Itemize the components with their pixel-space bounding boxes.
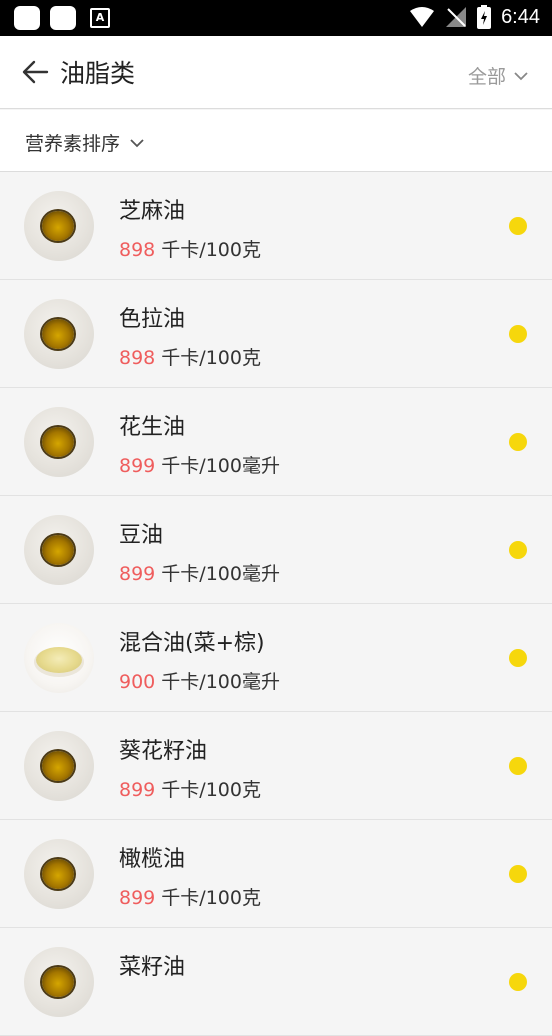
food-name: 花生油 [119, 415, 186, 440]
page-title: 油脂类 [60, 59, 136, 88]
food-thumbnail [24, 407, 94, 477]
food-name: 混合油(菜+棕) [119, 631, 265, 656]
calorie-value: 899 [119, 887, 156, 909]
food-name: 芝麻油 [119, 199, 186, 224]
food-name: 菜籽油 [119, 955, 186, 980]
calorie-unit: 千卡/100毫升 [155, 671, 280, 693]
calorie-info: 899 千卡/100毫升 [119, 559, 280, 586]
food-list-item[interactable]: 豆油 899 千卡/100毫升 [0, 496, 552, 604]
food-thumbnail [24, 299, 94, 369]
app-icon [14, 6, 40, 30]
calorie-info: 899 千卡/100克 [119, 883, 261, 910]
battery-charging-icon [477, 5, 492, 29]
calorie-info: 898 千卡/100克 [119, 235, 261, 262]
food-list-item[interactable]: 芝麻油 898 千卡/100克 [0, 172, 552, 280]
filter-label: 全部 [467, 66, 506, 88]
calorie-info: 899 千卡/100毫升 [119, 451, 280, 478]
chevron-down-icon [514, 71, 528, 80]
food-name: 色拉油 [119, 307, 186, 332]
calorie-info: 900 千卡/100毫升 [119, 667, 280, 694]
oil-bowl-icon [42, 319, 74, 349]
food-thumbnail [24, 623, 94, 693]
no-signal-icon [446, 7, 467, 27]
wifi-icon [410, 7, 435, 27]
oil-bowl-icon [42, 535, 74, 565]
status-dot [509, 325, 527, 343]
calorie-value: 898 [119, 347, 156, 369]
calorie-unit: 千卡/100毫升 [155, 455, 280, 477]
food-name: 豆油 [119, 523, 164, 548]
oil-bowl-icon [42, 427, 74, 457]
oil-bowl-icon [42, 751, 74, 781]
app-icon [50, 6, 76, 30]
nutrient-sort-dropdown[interactable]: 营养素排序 [25, 129, 144, 156]
calorie-info: 899 千卡/100克 [119, 775, 261, 802]
back-arrow-icon[interactable] [22, 58, 50, 86]
calorie-unit: 千卡/100克 [155, 239, 261, 261]
sort-label: 营养素排序 [25, 133, 121, 155]
app-header: 油脂类 全部 [0, 36, 552, 109]
food-list-item[interactable]: 葵花籽油 899 千卡/100克 [0, 712, 552, 820]
food-thumbnail [24, 947, 94, 1017]
status-dot [509, 217, 527, 235]
calorie-unit: 千卡/100克 [155, 779, 261, 801]
food-thumbnail [24, 731, 94, 801]
calorie-unit: 千卡/100毫升 [155, 563, 280, 585]
oil-bowl-icon [42, 211, 74, 241]
status-dot [509, 649, 527, 667]
food-list: 芝麻油 898 千卡/100克 色拉油 898 千卡/100克 花生油 899 … [0, 172, 552, 1036]
food-list-item[interactable]: 色拉油 898 千卡/100克 [0, 280, 552, 388]
chevron-down-icon [130, 138, 144, 147]
calorie-value: 898 [119, 239, 156, 261]
calorie-value: 899 [119, 563, 156, 585]
food-thumbnail [24, 191, 94, 261]
calorie-unit: 千卡/100克 [155, 887, 261, 909]
clock: 6:44 [501, 5, 540, 28]
calorie-unit: 千卡/100克 [155, 347, 261, 369]
food-name: 葵花籽油 [119, 739, 208, 764]
calorie-info: 898 千卡/100克 [119, 343, 261, 370]
status-bar: A 6:44 [0, 0, 552, 36]
food-name: 橄榄油 [119, 847, 186, 872]
food-list-item[interactable]: 花生油 899 千卡/100毫升 [0, 388, 552, 496]
status-dot [509, 433, 527, 451]
category-filter-dropdown[interactable]: 全部 [468, 62, 528, 89]
oil-bowl-icon [36, 647, 82, 673]
food-list-item[interactable]: 菜籽油 [0, 928, 552, 1036]
status-dot [509, 865, 527, 883]
calorie-value: 899 [119, 779, 156, 801]
sort-bar: 营养素排序 [0, 110, 552, 172]
calorie-value: 900 [119, 671, 156, 693]
food-list-item[interactable]: 橄榄油 899 千卡/100克 [0, 820, 552, 928]
food-thumbnail [24, 515, 94, 585]
font-a-icon: A [90, 8, 110, 28]
status-dot [509, 757, 527, 775]
food-list-item[interactable]: 混合油(菜+棕) 900 千卡/100毫升 [0, 604, 552, 712]
status-dot [509, 541, 527, 559]
oil-bowl-icon [42, 967, 74, 997]
oil-bowl-icon [42, 859, 74, 889]
food-thumbnail [24, 839, 94, 909]
status-dot [509, 973, 527, 991]
calorie-value: 899 [119, 455, 156, 477]
